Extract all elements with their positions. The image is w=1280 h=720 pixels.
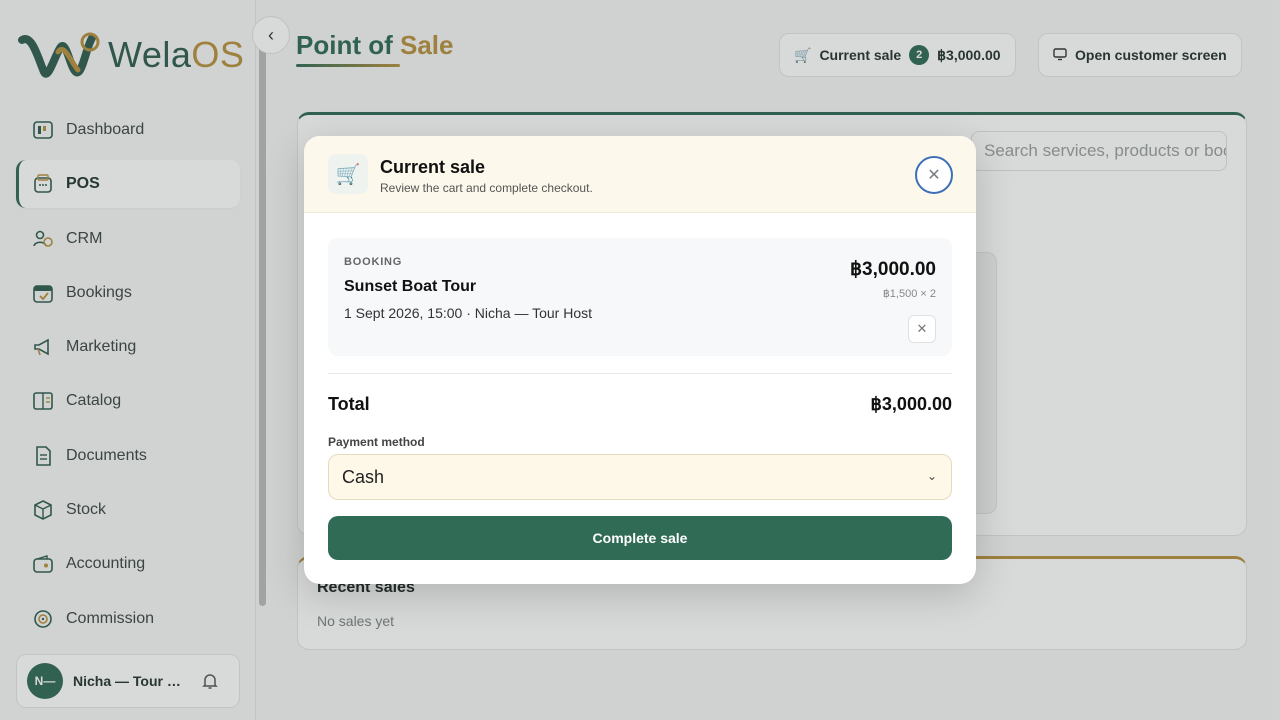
current-sale-modal: 🛒 Current sale Review the cart and compl… (304, 136, 976, 584)
chevron-down-icon: ⌄ (926, 469, 937, 483)
cart-icon: 🛒 (328, 154, 368, 194)
remove-item-button[interactable]: ✕ (908, 315, 936, 343)
item-name: Sunset Boat Tour (344, 278, 477, 295)
total-value: ฿3,000.00 (870, 394, 952, 414)
close-modal-button[interactable]: ✕ (915, 156, 953, 194)
item-price: ฿3,000.00 (849, 259, 936, 280)
close-icon: ✕ (927, 167, 941, 184)
item-quantity: ฿1,500 × 2 (882, 288, 936, 300)
payment-method-value: Cash (342, 466, 385, 487)
cart-item: BOOKING Sunset Boat Tour 1 Sept 2026, 15… (328, 238, 952, 356)
modal-header: 🛒 Current sale Review the cart and compl… (304, 136, 976, 213)
complete-sale-button[interactable]: Complete sale (328, 516, 952, 560)
payment-method-select[interactable]: Cash ⌄ (328, 454, 952, 500)
close-icon: ✕ (916, 321, 928, 336)
total-label: Total (328, 394, 370, 414)
modal-subtitle: Review the cart and complete checkout. (380, 181, 593, 195)
item-type: BOOKING (344, 256, 403, 268)
item-detail: 1 Sept 2026, 15:00 · Nicha — Tour Host (344, 305, 592, 321)
divider (328, 373, 952, 374)
payment-method-label: Payment method (328, 435, 425, 449)
modal-title: Current sale (380, 157, 486, 177)
